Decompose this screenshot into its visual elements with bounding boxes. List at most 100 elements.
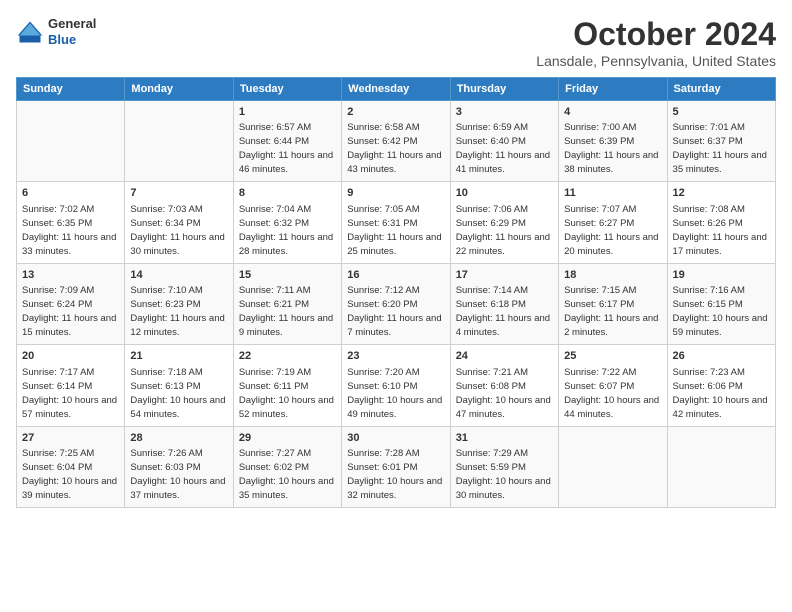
- table-row: 5 Sunrise: 7:01 AM Sunset: 6:37 PM Daylig…: [667, 101, 775, 182]
- table-row: 4Sunrise: 7:00 AM Sunset: 6:39 PM Daylig…: [559, 101, 667, 182]
- table-row: [667, 426, 775, 507]
- day-info: Sunrise: 7:01 AM Sunset: 6:37 PM Dayligh…: [673, 122, 770, 175]
- table-row: 31 Sunrise: 7:29 AM Sunset: 5:59 PM Dayli…: [450, 426, 558, 507]
- day-number: 2: [347, 105, 444, 120]
- day-number: 27: [22, 431, 119, 446]
- col-friday: Friday: [559, 78, 667, 101]
- day-number: 13: [22, 268, 119, 283]
- day-number: 23: [347, 349, 444, 364]
- day-number: 15: [239, 268, 336, 283]
- day-info: Sunrise: 7:16 AM Sunset: 6:15 PM Dayligh…: [673, 285, 771, 338]
- day-info: Sunrise: 7:14 AM Sunset: 6:18 PM Dayligh…: [456, 285, 553, 338]
- calendar-week-row: 20Sunrise: 7:17 AM Sunset: 6:14 PM Dayli…: [17, 345, 776, 426]
- page-header: General Blue October 2024 Lansdale, Penn…: [16, 16, 776, 69]
- table-row: 2 Sunrise: 6:58 AM Sunset: 6:42 PM Daylig…: [342, 101, 450, 182]
- day-info: Sunrise: 7:29 AM Sunset: 5:59 PM Dayligh…: [456, 448, 554, 501]
- day-info: Sunrise: 6:57 AM Sunset: 6:44 PM Dayligh…: [239, 122, 336, 175]
- table-row: 24 Sunrise: 7:21 AM Sunset: 6:08 PM Dayli…: [450, 345, 558, 426]
- table-row: 6Sunrise: 7:02 AM Sunset: 6:35 PM Daylig…: [17, 182, 125, 263]
- day-info: Sunrise: 7:09 AM Sunset: 6:24 PM Dayligh…: [22, 285, 119, 338]
- day-info: Sunrise: 7:08 AM Sunset: 6:26 PM Dayligh…: [673, 204, 770, 257]
- day-number: 30: [347, 431, 444, 446]
- table-row: 22 Sunrise: 7:19 AM Sunset: 6:11 PM Dayli…: [233, 345, 341, 426]
- logo-text: General Blue: [48, 16, 96, 47]
- day-number: 5: [673, 105, 770, 120]
- day-info: Sunrise: 7:19 AM Sunset: 6:11 PM Dayligh…: [239, 367, 337, 420]
- day-number: 7: [130, 186, 227, 201]
- day-info: Sunrise: 7:06 AM Sunset: 6:29 PM Dayligh…: [456, 204, 553, 257]
- table-row: 25 Sunrise: 7:22 AM Sunset: 6:07 PM Dayli…: [559, 345, 667, 426]
- day-number: 16: [347, 268, 444, 283]
- day-number: 31: [456, 431, 553, 446]
- day-number: 1: [239, 105, 336, 120]
- title-block: October 2024 Lansdale, Pennsylvania, Uni…: [536, 16, 776, 69]
- table-row: 21Sunrise: 7:18 AM Sunset: 6:13 PM Dayli…: [125, 345, 233, 426]
- day-number: 21: [130, 349, 227, 364]
- table-row: 3 Sunrise: 6:59 AM Sunset: 6:40 PM Daylig…: [450, 101, 558, 182]
- day-number: 10: [456, 186, 553, 201]
- table-row: [17, 101, 125, 182]
- table-row: 17Sunrise: 7:14 AM Sunset: 6:18 PM Dayli…: [450, 263, 558, 344]
- calendar-header-row: Sunday Monday Tuesday Wednesday Thursday…: [17, 78, 776, 101]
- day-number: 3: [456, 105, 553, 120]
- day-number: 25: [564, 349, 661, 364]
- table-row: 9Sunrise: 7:05 AM Sunset: 6:31 PM Daylig…: [342, 182, 450, 263]
- col-tuesday: Tuesday: [233, 78, 341, 101]
- table-row: 13 Sunrise: 7:09 AM Sunset: 6:24 PM Dayli…: [17, 263, 125, 344]
- day-info: Sunrise: 7:20 AM Sunset: 6:10 PM Dayligh…: [347, 367, 445, 420]
- table-row: 12 Sunrise: 7:08 AM Sunset: 6:26 PM Dayli…: [667, 182, 775, 263]
- day-info: Sunrise: 6:58 AM Sunset: 6:42 PM Dayligh…: [347, 122, 444, 175]
- table-row: 28 Sunrise: 7:26 AM Sunset: 6:03 PM Dayli…: [125, 426, 233, 507]
- day-number: 12: [673, 186, 770, 201]
- day-number: 28: [130, 431, 227, 446]
- col-sunday: Sunday: [17, 78, 125, 101]
- day-info: Sunrise: 7:23 AM Sunset: 6:06 PM Dayligh…: [673, 367, 771, 420]
- day-number: 22: [239, 349, 336, 364]
- day-info: Sunrise: 7:05 AM Sunset: 6:31 PM Dayligh…: [347, 204, 444, 257]
- day-info: Sunrise: 7:04 AM Sunset: 6:32 PM Dayligh…: [239, 204, 336, 257]
- day-info: Sunrise: 7:26 AM Sunset: 6:03 PM Dayligh…: [130, 448, 228, 501]
- table-row: 30 Sunrise: 7:28 AM Sunset: 6:01 PM Dayli…: [342, 426, 450, 507]
- calendar-week-row: 27 Sunrise: 7:25 AM Sunset: 6:04 PM Dayli…: [17, 426, 776, 507]
- day-info: Sunrise: 7:07 AM Sunset: 6:27 PM Dayligh…: [564, 204, 661, 257]
- day-number: 11: [564, 186, 661, 201]
- calendar-week-row: 1 Sunrise: 6:57 AM Sunset: 6:44 PM Daylig…: [17, 101, 776, 182]
- day-info: Sunrise: 7:28 AM Sunset: 6:01 PM Dayligh…: [347, 448, 445, 501]
- day-number: 14: [130, 268, 227, 283]
- table-row: 18Sunrise: 7:15 AM Sunset: 6:17 PM Dayli…: [559, 263, 667, 344]
- day-number: 26: [673, 349, 770, 364]
- calendar-week-row: 6Sunrise: 7:02 AM Sunset: 6:35 PM Daylig…: [17, 182, 776, 263]
- table-row: 29Sunrise: 7:27 AM Sunset: 6:02 PM Dayli…: [233, 426, 341, 507]
- table-row: 8Sunrise: 7:04 AM Sunset: 6:32 PM Daylig…: [233, 182, 341, 263]
- day-number: 19: [673, 268, 770, 283]
- day-info: Sunrise: 6:59 AM Sunset: 6:40 PM Dayligh…: [456, 122, 553, 175]
- calendar-table: Sunday Monday Tuesday Wednesday Thursday…: [16, 77, 776, 508]
- day-number: 24: [456, 349, 553, 364]
- table-row: 27 Sunrise: 7:25 AM Sunset: 6:04 PM Dayli…: [17, 426, 125, 507]
- subtitle: Lansdale, Pennsylvania, United States: [536, 53, 776, 69]
- logo: General Blue: [16, 16, 96, 47]
- day-number: 20: [22, 349, 119, 364]
- col-saturday: Saturday: [667, 78, 775, 101]
- table-row: 10 Sunrise: 7:06 AM Sunset: 6:29 PM Dayli…: [450, 182, 558, 263]
- col-thursday: Thursday: [450, 78, 558, 101]
- table-row: 26 Sunrise: 7:23 AM Sunset: 6:06 PM Dayli…: [667, 345, 775, 426]
- col-monday: Monday: [125, 78, 233, 101]
- main-title: October 2024: [536, 16, 776, 53]
- day-info: Sunrise: 7:11 AM Sunset: 6:21 PM Dayligh…: [239, 285, 336, 338]
- col-wednesday: Wednesday: [342, 78, 450, 101]
- calendar-week-row: 13 Sunrise: 7:09 AM Sunset: 6:24 PM Dayli…: [17, 263, 776, 344]
- logo-icon: [16, 18, 44, 46]
- day-info: Sunrise: 7:25 AM Sunset: 6:04 PM Dayligh…: [22, 448, 120, 501]
- day-info: Sunrise: 7:21 AM Sunset: 6:08 PM Dayligh…: [456, 367, 554, 420]
- day-number: 29: [239, 431, 336, 446]
- day-info: Sunrise: 7:03 AM Sunset: 6:34 PM Dayligh…: [130, 204, 227, 257]
- table-row: 11 Sunrise: 7:07 AM Sunset: 6:27 PM Dayli…: [559, 182, 667, 263]
- table-row: 20Sunrise: 7:17 AM Sunset: 6:14 PM Dayli…: [17, 345, 125, 426]
- day-info: Sunrise: 7:15 AM Sunset: 6:17 PM Dayligh…: [564, 285, 661, 338]
- table-row: [125, 101, 233, 182]
- table-row: 7 Sunrise: 7:03 AM Sunset: 6:34 PM Daylig…: [125, 182, 233, 263]
- day-info: Sunrise: 7:00 AM Sunset: 6:39 PM Dayligh…: [564, 122, 661, 175]
- day-info: Sunrise: 7:02 AM Sunset: 6:35 PM Dayligh…: [22, 204, 119, 257]
- day-info: Sunrise: 7:22 AM Sunset: 6:07 PM Dayligh…: [564, 367, 662, 420]
